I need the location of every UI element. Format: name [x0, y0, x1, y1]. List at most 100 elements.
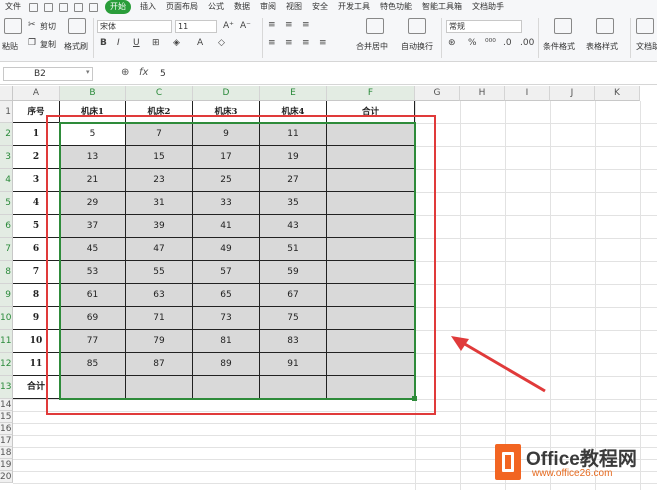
tab-developer[interactable]: 开发工具 [333, 0, 375, 14]
column-header-A[interactable]: A [13, 86, 60, 101]
tab-view[interactable]: 视图 [281, 0, 307, 14]
row-header-18[interactable]: 18 [0, 447, 13, 459]
fx-icon[interactable]: fx [139, 67, 148, 78]
zoom-icon[interactable]: ⊕ [121, 67, 129, 78]
column-header-E[interactable]: E [260, 86, 327, 101]
row-header-5[interactable]: 5 [0, 192, 13, 215]
align-top-icon[interactable]: ≡ [268, 20, 276, 30]
preview-icon[interactable] [59, 2, 68, 12]
merge-center-button[interactable]: 合并居中 [356, 41, 388, 52]
tab-home[interactable]: 开始 [105, 0, 131, 14]
wrap-text-button[interactable]: 自动换行 [401, 41, 433, 52]
tab-page-layout[interactable]: 页面布局 [161, 0, 203, 14]
column-header-G[interactable]: G [415, 86, 460, 101]
column-header-D[interactable]: D [193, 86, 260, 101]
conditional-format-icon[interactable] [554, 18, 572, 34]
align-bottom-icon[interactable]: ≡ [302, 20, 310, 30]
scissors-icon[interactable]: ✂ [28, 20, 36, 30]
gridline [505, 101, 506, 490]
decimal-decrease-icon[interactable]: .00 [520, 38, 534, 48]
align-center-icon[interactable]: ≡ [285, 38, 293, 48]
select-all-corner[interactable] [0, 86, 13, 101]
clear-format-icon[interactable]: ◇ [218, 38, 225, 48]
tab-review[interactable]: 审阅 [255, 0, 281, 14]
conditional-format-button[interactable]: 条件格式 [543, 41, 575, 52]
number-format-select[interactable]: 常规 [446, 20, 522, 33]
row-header-6[interactable]: 6 [0, 215, 13, 238]
doc-help-icon[interactable] [636, 18, 654, 34]
save-icon[interactable] [29, 2, 38, 12]
row-header-16[interactable]: 16 [0, 423, 13, 435]
tab-toolbox[interactable]: 智能工具箱 [417, 0, 467, 14]
table-style-icon[interactable] [596, 18, 614, 34]
justify-icon[interactable]: ≡ [319, 38, 327, 48]
paste-button[interactable]: 粘贴 [2, 41, 18, 52]
tab-insert[interactable]: 插入 [135, 0, 161, 14]
row-header-15[interactable]: 15 [0, 411, 13, 423]
row-header-3[interactable]: 3 [0, 146, 13, 169]
row-header-11[interactable]: 11 [0, 330, 13, 353]
menu-file[interactable]: 文件 [0, 0, 26, 14]
merge-center-icon[interactable] [366, 18, 384, 34]
decimal-increase-icon[interactable]: .0 [503, 38, 512, 48]
font-name-select[interactable]: 宋体 [97, 20, 172, 33]
format-painter-button[interactable]: 格式刷 [64, 41, 88, 52]
row-header-10[interactable]: 10 [0, 307, 13, 330]
doc-help-button[interactable]: 文档助 [636, 41, 657, 52]
thousands-icon[interactable]: ⁰⁰⁰ [485, 38, 496, 48]
cut-button[interactable]: 剪切 [40, 21, 56, 32]
wrap-text-icon[interactable] [408, 18, 426, 34]
table-style-button[interactable]: 表格样式 [586, 41, 618, 52]
column-header-K[interactable]: K [595, 86, 640, 101]
align-right-icon[interactable]: ≡ [302, 38, 310, 48]
row-header-17[interactable]: 17 [0, 435, 13, 447]
percent-icon[interactable]: % [468, 38, 477, 48]
bold-icon[interactable]: B [100, 38, 107, 48]
row-header-9[interactable]: 9 [0, 284, 13, 307]
column-header-F[interactable]: F [327, 86, 415, 101]
tab-formulas[interactable]: 公式 [203, 0, 229, 14]
border-icon[interactable]: ⊞ [152, 38, 160, 48]
tab-security[interactable]: 安全 [307, 0, 333, 14]
name-box[interactable]: B2 [3, 67, 93, 81]
copy-icon[interactable]: ❐ [28, 38, 36, 48]
tab-doc-helper[interactable]: 文档助手 [467, 0, 509, 14]
row-header-19[interactable]: 19 [0, 459, 13, 471]
align-left-icon[interactable]: ≡ [268, 38, 276, 48]
font-shrink-icon[interactable]: A⁻ [240, 21, 251, 31]
column-header-C[interactable]: C [126, 86, 193, 101]
tab-data[interactable]: 数据 [229, 0, 255, 14]
print-icon[interactable] [44, 2, 53, 12]
currency-icon[interactable]: ⊛ [448, 38, 456, 48]
paste-icon[interactable] [4, 18, 22, 34]
column-header-I[interactable]: I [505, 86, 550, 101]
undo-icon[interactable] [74, 2, 83, 12]
align-middle-icon[interactable]: ≡ [285, 20, 293, 30]
font-size-select[interactable]: 11 [175, 20, 217, 33]
redo-icon[interactable] [89, 2, 98, 12]
underline-icon[interactable]: U [133, 38, 140, 48]
font-grow-icon[interactable]: A⁺ [223, 21, 234, 31]
row-header-1[interactable]: 1 [0, 101, 13, 123]
column-header-J[interactable]: J [550, 86, 595, 101]
column-header-H[interactable]: H [460, 86, 505, 101]
row-header-20[interactable]: 20 [0, 471, 13, 483]
fill-color-icon[interactable]: ◈ [173, 38, 180, 48]
spreadsheet-grid: A B C D E F G H I J K 1 2 3 4 5 6 7 8 9 10 11 12 13 14 15 16 17 18 19… [0, 86, 657, 490]
gridline [460, 101, 461, 490]
row-header-8[interactable]: 8 [0, 261, 13, 284]
row-header-14[interactable]: 14 [0, 399, 13, 411]
row-header-12[interactable]: 12 [0, 353, 13, 376]
row-header-7[interactable]: 7 [0, 238, 13, 261]
row-header-13[interactable]: 13 [0, 376, 13, 399]
column-header-B[interactable]: B [60, 86, 126, 101]
chevron-down-icon[interactable]: ▾ [86, 68, 90, 76]
row-header-4[interactable]: 4 [0, 169, 13, 192]
font-color-icon[interactable]: A [197, 38, 203, 48]
copy-button[interactable]: 复制 [40, 39, 56, 50]
italic-icon[interactable]: I [117, 38, 120, 48]
format-painter-icon[interactable] [68, 18, 86, 34]
formula-input[interactable]: 5 [156, 67, 654, 81]
row-header-2[interactable]: 2 [0, 123, 13, 146]
tab-features[interactable]: 特色功能 [375, 0, 417, 14]
